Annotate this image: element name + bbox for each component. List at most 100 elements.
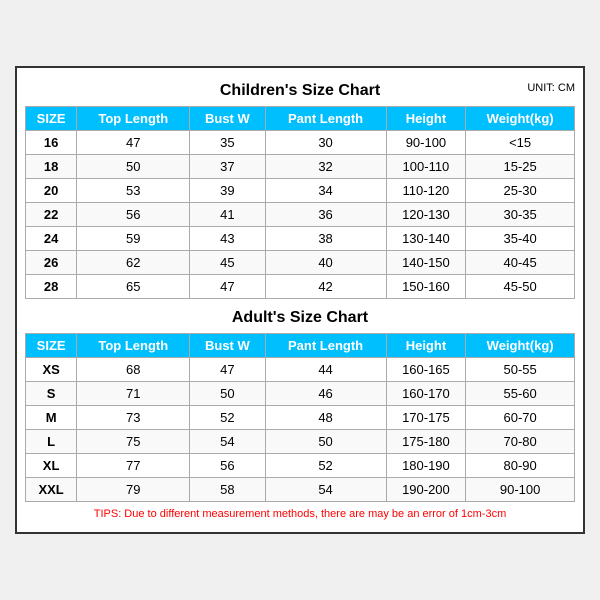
cell: 80-90 [466,454,575,478]
table-row: 20533934110-12025-30 [26,179,575,203]
children-size-col: 18 [26,155,77,179]
cell: 70-80 [466,430,575,454]
col-height: Height [386,107,466,131]
size-chart-container: Children's Size Chart UNIT: CM SIZE Top … [15,66,585,534]
cell: 120-130 [386,203,466,227]
children-title: Children's Size Chart UNIT: CM [25,76,575,102]
cell: 45 [190,251,265,275]
cell: 77 [77,454,190,478]
cell: 48 [265,406,386,430]
cell: 170-175 [386,406,466,430]
cell: 36 [265,203,386,227]
children-size-col: 22 [26,203,77,227]
cell: 79 [77,478,190,502]
cell: 41 [190,203,265,227]
children-size-col: 26 [26,251,77,275]
table-row: 22564136120-13030-35 [26,203,575,227]
cell: 175-180 [386,430,466,454]
table-row: M735248170-17560-70 [26,406,575,430]
cell: 160-170 [386,382,466,406]
table-row: XS684744160-16550-55 [26,358,575,382]
table-row: 18503732100-11015-25 [26,155,575,179]
cell: 150-160 [386,275,466,299]
cell: 39 [190,179,265,203]
cell: 50 [265,430,386,454]
cell: 40 [265,251,386,275]
children-size-col: 24 [26,227,77,251]
cell: <15 [466,131,575,155]
cell: 50 [77,155,190,179]
adult-title: Adult's Size Chart [25,303,575,329]
cell: 52 [190,406,265,430]
cell: 75 [77,430,190,454]
table-row: 26624540140-15040-45 [26,251,575,275]
col-top-length: Top Length [77,107,190,131]
children-size-col: 16 [26,131,77,155]
cell: 47 [190,275,265,299]
table-row: 1647353090-100<15 [26,131,575,155]
cell: 90-100 [386,131,466,155]
adult-size-col: XS [26,358,77,382]
adult-col-size: SIZE [26,334,77,358]
col-weight: Weight(kg) [466,107,575,131]
col-pant-length: Pant Length [265,107,386,131]
cell: 73 [77,406,190,430]
children-header-row: SIZE Top Length Bust W Pant Length Heigh… [26,107,575,131]
cell: 65 [77,275,190,299]
col-size: SIZE [26,107,77,131]
cell: 68 [77,358,190,382]
adult-size-col: S [26,382,77,406]
adult-size-col: L [26,430,77,454]
cell: 56 [77,203,190,227]
table-row: XL775652180-19080-90 [26,454,575,478]
cell: 30-35 [466,203,575,227]
cell: 50-55 [466,358,575,382]
cell: 34 [265,179,386,203]
cell: 25-30 [466,179,575,203]
cell: 44 [265,358,386,382]
table-row: 28654742150-16045-50 [26,275,575,299]
cell: 38 [265,227,386,251]
cell: 37 [190,155,265,179]
table-row: S715046160-17055-60 [26,382,575,406]
adult-tbody: XS684744160-16550-55S715046160-17055-60M… [26,358,575,502]
cell: 71 [77,382,190,406]
children-table: SIZE Top Length Bust W Pant Length Heigh… [25,106,575,299]
adult-header-row: SIZE Top Length Bust W Pant Length Heigh… [26,334,575,358]
adult-size-col: XXL [26,478,77,502]
adult-col-pant-length: Pant Length [265,334,386,358]
adult-table: SIZE Top Length Bust W Pant Length Heigh… [25,333,575,502]
cell: 50 [190,382,265,406]
cell: 190-200 [386,478,466,502]
cell: 180-190 [386,454,466,478]
cell: 54 [190,430,265,454]
cell: 140-150 [386,251,466,275]
adult-col-top-length: Top Length [77,334,190,358]
cell: 62 [77,251,190,275]
col-bust-w: Bust W [190,107,265,131]
children-size-col: 20 [26,179,77,203]
cell: 40-45 [466,251,575,275]
children-size-col: 28 [26,275,77,299]
cell: 43 [190,227,265,251]
tips-text: TIPS: Due to different measurement metho… [25,508,575,524]
cell: 100-110 [386,155,466,179]
cell: 32 [265,155,386,179]
adult-col-height: Height [386,334,466,358]
cell: 59 [77,227,190,251]
cell: 160-165 [386,358,466,382]
cell: 60-70 [466,406,575,430]
cell: 58 [190,478,265,502]
cell: 54 [265,478,386,502]
table-row: L755450175-18070-80 [26,430,575,454]
cell: 47 [190,358,265,382]
table-row: 24594338130-14035-40 [26,227,575,251]
cell: 30 [265,131,386,155]
cell: 35 [190,131,265,155]
adult-col-bust-w: Bust W [190,334,265,358]
cell: 53 [77,179,190,203]
unit-label: UNIT: CM [527,82,575,94]
cell: 52 [265,454,386,478]
adult-size-col: XL [26,454,77,478]
children-tbody: 1647353090-100<1518503732100-11015-25205… [26,131,575,299]
